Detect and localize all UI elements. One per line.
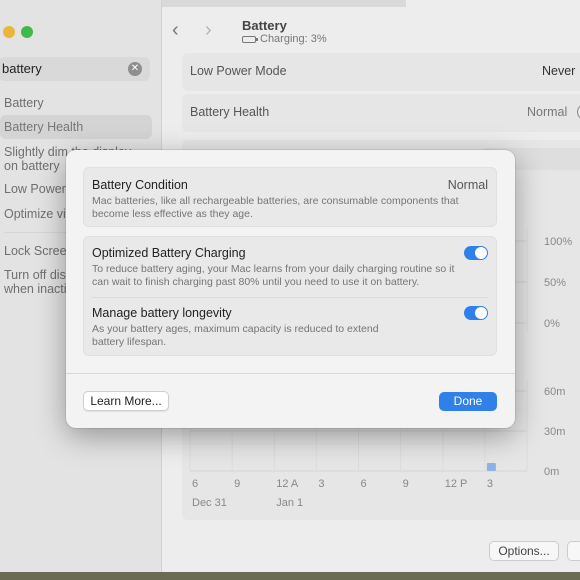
y-tick-label: 0m [544,466,559,478]
sidebar-item-optimize[interactable]: Optimize vi [4,207,66,221]
search-input[interactable]: battery [2,61,42,76]
longevity-title: Manage battery longevity [92,306,232,320]
x-tick-label: 9 [403,478,409,490]
longevity-toggle[interactable] [464,306,488,320]
desktop-background [0,572,580,580]
y-tick-label: 50% [544,277,566,289]
sheet-divider [66,373,515,374]
date-label: Dec 31 [192,497,227,509]
forward-icon[interactable]: › [205,20,212,40]
condition-description: Mac batteries, like all rechargeable bat… [92,195,459,220]
learn-more-button[interactable]: Learn More... [83,391,169,411]
charging-status: Charging: 3% [242,33,327,45]
group-divider [92,297,488,298]
page-title: Battery [242,18,287,33]
done-button[interactable]: Done [439,392,497,411]
date-label: Jan 1 [276,497,303,509]
back-icon[interactable]: ‹ [172,20,179,40]
optimized-charging-description: To reduce battery aging, your Mac learns… [92,263,455,288]
condition-value: Normal [447,178,488,192]
x-tick-label: 9 [234,478,240,490]
optimized-charging-title: Optimized Battery Charging [92,246,246,260]
x-tick-label: 12 P [445,478,468,490]
charging-status-text: Charging: 3% [260,33,327,45]
battery-health-row: Battery Health Normal i [182,94,580,132]
x-tick-label: 12 A [276,478,299,490]
search-field[interactable]: battery ✕ [0,57,150,81]
sidebar-item-low-power[interactable]: Low Power [4,182,66,196]
optimized-charging-toggle[interactable] [464,246,488,260]
sidebar-item-battery-health[interactable]: Battery Health [0,115,152,139]
x-tick-label: 3 [487,478,493,490]
y-tick-label: 60m [544,386,565,398]
y-tick-label: 0% [544,318,560,330]
x-tick-label: 3 [318,478,324,490]
low-power-row: Low Power Mode Never ⌃⌄ [182,53,580,91]
battery-health-value: Normal [527,105,568,119]
usage-bar [486,463,496,471]
battery-icon [242,35,258,43]
sidebar-item-lock-screen[interactable]: Lock Scree [4,244,67,258]
toggle-knob [475,307,487,319]
y-tick-label: 30m [544,426,565,438]
y-tick-label: 100% [544,236,572,248]
minimize-button[interactable] [3,26,15,38]
battery-health-label: Battery Health [190,105,270,119]
sidebar-item-battery[interactable]: Battery [4,96,44,110]
zoom-button[interactable] [21,26,33,38]
battery-condition-group: Battery Condition Normal Mac batteries, … [83,167,497,227]
sidebar-item-turn-off-display-cont[interactable]: when inacti [4,282,67,296]
clear-search-icon[interactable]: ✕ [128,62,142,76]
longevity-description: As your battery ages, maximum capacity i… [92,323,379,348]
condition-title: Battery Condition [92,178,188,192]
low-power-select[interactable]: Never [542,64,575,78]
low-power-label: Low Power Mode [190,64,287,78]
x-tick-label: 6 [192,478,198,490]
charging-options-group: Optimized Battery Charging To reduce bat… [83,236,497,356]
battery-health-sheet: Battery Condition Normal Mac batteries, … [66,150,515,428]
sidebar-item-dim-display-cont[interactable]: on battery [4,159,60,173]
toggle-knob [475,247,487,259]
options-button-partial[interactable] [567,541,580,561]
options-button[interactable]: Options... [489,541,559,561]
titlebar-strip [162,0,406,7]
sidebar-item-turn-off-display[interactable]: Turn off dis [4,268,66,282]
x-tick-label: 6 [361,478,367,490]
